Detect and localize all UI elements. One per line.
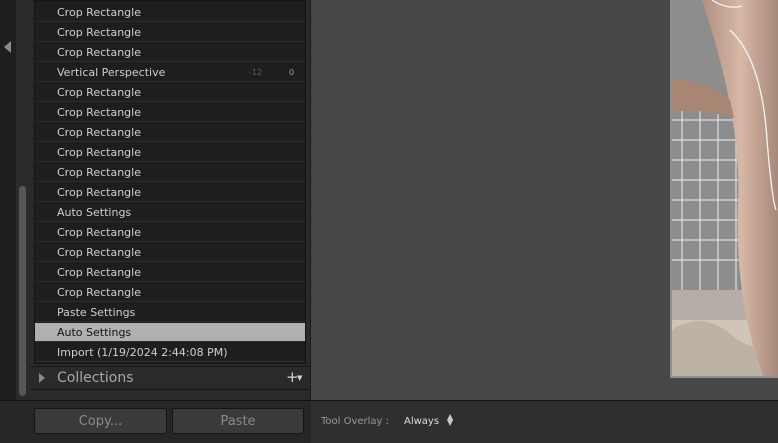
history-item[interactable]: Crop Rectangle xyxy=(35,163,305,182)
history-item-label: Crop Rectangle xyxy=(57,126,141,139)
scrollbar-thumb[interactable] xyxy=(19,186,26,396)
history-item-before-value: -12 xyxy=(249,68,263,77)
history-item[interactable]: Crop Rectangle xyxy=(35,243,305,262)
history-item-label: Paste Settings xyxy=(57,306,136,319)
history-item[interactable]: Crop Rectangle xyxy=(35,263,305,282)
history-item-label: Auto Settings xyxy=(57,206,132,219)
history-item[interactable]: Crop Rectangle xyxy=(35,183,305,202)
history-item[interactable]: Crop Rectangle xyxy=(35,23,305,42)
history-item[interactable]: Crop Rectangle xyxy=(35,223,305,242)
history-item-label: Crop Rectangle xyxy=(57,246,141,259)
history-item[interactable]: Crop Rectangle xyxy=(35,143,305,162)
chevron-down-icon[interactable]: ▼ xyxy=(297,374,302,382)
history-item-label: Vertical Perspective xyxy=(57,66,166,79)
collections-title: Collections xyxy=(57,370,134,386)
history-item[interactable]: Crop Rectangle xyxy=(35,103,305,122)
history-item[interactable]: Vertical Perspective -12 0 xyxy=(35,63,305,82)
history-item[interactable]: Crop Rectangle xyxy=(35,3,305,22)
history-item-label: Import (1/19/2024 2:44:08 PM) xyxy=(57,346,228,359)
paste-button[interactable]: Paste xyxy=(172,408,304,434)
left-panel: Crop Rectangle Crop Rectangle Crop Rectang… xyxy=(30,0,310,400)
history-item[interactable]: Paste Settings xyxy=(35,303,305,322)
left-panel-scrollbar[interactable] xyxy=(16,0,30,400)
toolbar: Tool Overlay : Always ▲ ▼ xyxy=(311,401,778,443)
history-item[interactable]: Crop Rectangle xyxy=(35,283,305,302)
tool-overlay-select[interactable]: Always xyxy=(404,416,439,427)
history-item[interactable]: Auto Settings xyxy=(35,323,305,342)
history-item-label: Auto Settings xyxy=(57,326,132,339)
history-item[interactable]: Auto Settings xyxy=(35,203,305,222)
history-item[interactable]: Crop Rectangle xyxy=(35,123,305,142)
history-item[interactable]: Import (1/19/2024 2:44:08 PM) xyxy=(35,343,305,362)
history-item-label: Crop Rectangle xyxy=(57,6,141,19)
bottom-bar: Copy... Paste Tool Overlay : Always ▲ ▼ xyxy=(0,400,778,443)
history-item-label: Crop Rectangle xyxy=(57,146,141,159)
history-item-label: Crop Rectangle xyxy=(57,266,141,279)
history-item-after-value: 0 xyxy=(289,68,295,77)
history-item-label: Crop Rectangle xyxy=(57,106,141,119)
collapse-left-arrow-icon[interactable] xyxy=(4,41,11,53)
history-item-label: Crop Rectangle xyxy=(57,186,141,199)
history-item-label: Crop Rectangle xyxy=(57,166,141,179)
history-item-label: Crop Rectangle xyxy=(57,86,141,99)
history-item-label: Crop Rectangle xyxy=(57,286,141,299)
collections-panel-header[interactable]: Collections + ▼ xyxy=(30,366,310,390)
left-panel-collapse-strip[interactable] xyxy=(0,0,16,442)
select-arrows-icon[interactable]: ▲ ▼ xyxy=(447,413,453,427)
history-item[interactable]: Crop Rectangle xyxy=(35,43,305,62)
tool-overlay-label: Tool Overlay : xyxy=(321,416,390,427)
photo-image xyxy=(672,0,778,376)
history-item-label: Crop Rectangle xyxy=(57,46,141,59)
history-item-label: Crop Rectangle xyxy=(57,226,141,239)
history-list: Crop Rectangle Crop Rectangle Crop Rectang… xyxy=(34,0,306,364)
history-item[interactable]: Crop Rectangle xyxy=(35,83,305,102)
photo-preview[interactable] xyxy=(670,0,778,378)
history-item-label: Crop Rectangle xyxy=(57,26,141,39)
disclosure-triangle-icon[interactable] xyxy=(39,373,45,383)
copy-button[interactable]: Copy... xyxy=(34,408,167,434)
